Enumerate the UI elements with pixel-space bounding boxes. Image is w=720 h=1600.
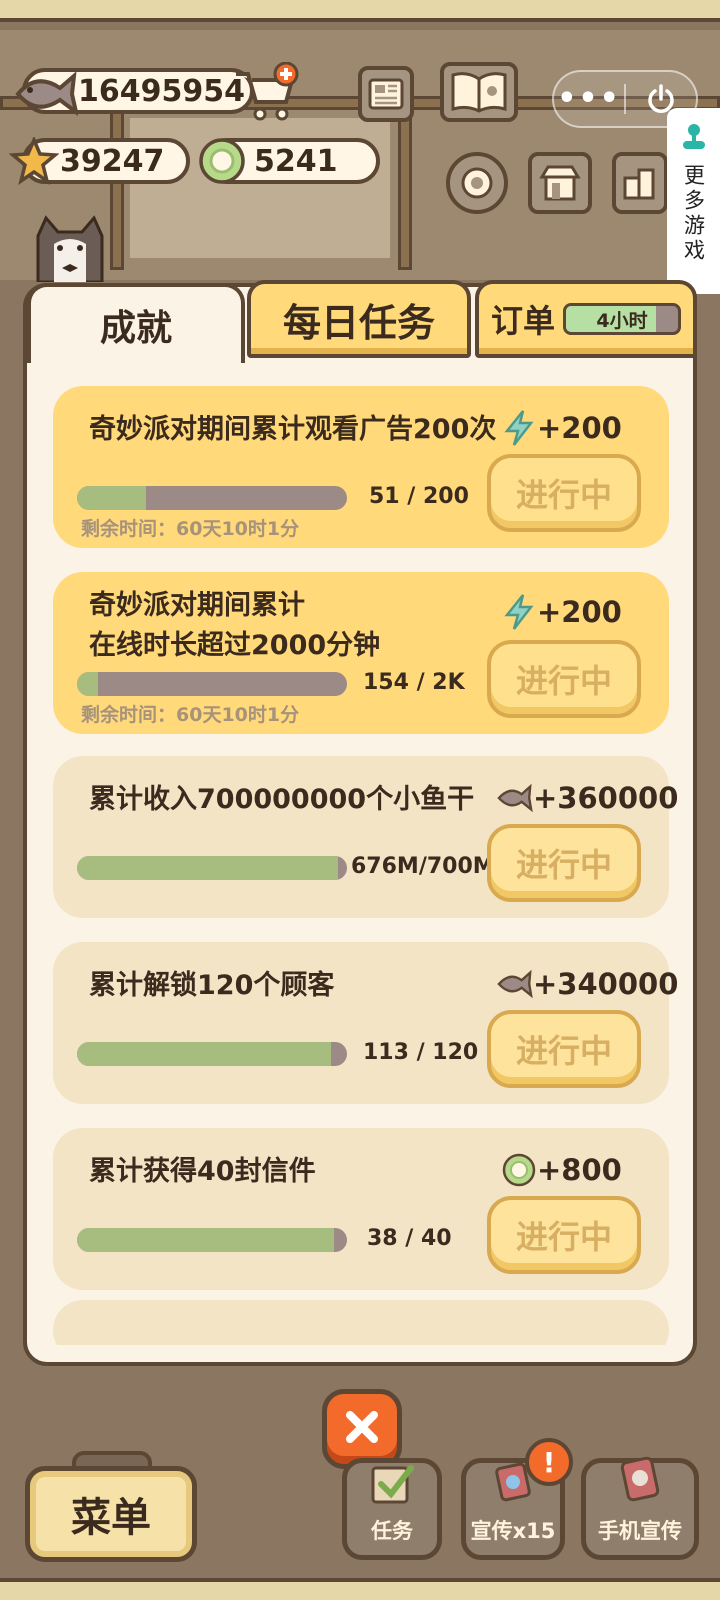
- menu-button[interactable]: 菜单: [25, 1466, 197, 1562]
- reward-amount: +200: [537, 411, 622, 445]
- tab-orders[interactable]: 订单 4小时: [475, 280, 697, 358]
- phone-promo-label: 手机宣传: [598, 1519, 682, 1543]
- in-progress-button[interactable]: 进行中: [487, 1196, 641, 1274]
- achievement-reward: +800: [501, 1150, 622, 1190]
- in-progress-label: 进行中: [515, 662, 612, 700]
- achievement-title-line: 奇妙派对期间累计: [89, 590, 305, 621]
- progress-bar: [77, 672, 347, 696]
- achievement-title: 奇妙派对期间累计观看广告200次: [89, 414, 497, 445]
- settings-gear-icon[interactable]: [446, 152, 508, 214]
- fish-icon: [14, 66, 78, 120]
- star-icon: [8, 136, 60, 186]
- achievement-title-line: 在线时长超过2000分钟: [89, 630, 381, 661]
- progress-fill: [77, 1228, 334, 1252]
- coin-count: 5241: [254, 143, 338, 179]
- progress-text: 154 / 2K: [363, 670, 465, 695]
- catbook-icon[interactable]: [440, 62, 518, 122]
- achievement-title: 累计收入700000000个小鱼干: [89, 784, 475, 815]
- ranking-icon[interactable]: [612, 152, 668, 214]
- tab-daily-label: 每日任务: [282, 300, 435, 345]
- progress-bar: [77, 856, 347, 880]
- reward-amount: +800: [537, 1153, 622, 1187]
- tab-daily-tasks[interactable]: 每日任务: [247, 280, 471, 358]
- lightning-icon: [501, 592, 537, 632]
- coin-icon: [196, 136, 248, 186]
- achievement-reward: +360000: [497, 778, 678, 818]
- achievement-card: 奇妙派对期间累计 在线时长超过2000分钟 +200 154 / 2K 剩余时间…: [53, 572, 669, 734]
- more-options-icon[interactable]: •••: [554, 70, 624, 128]
- add-fish-cart-icon[interactable]: [232, 62, 300, 124]
- progress-fill: [77, 856, 338, 880]
- in-progress-button[interactable]: 进行中: [487, 1010, 641, 1088]
- progress-bar: [77, 1228, 347, 1252]
- progress-bar: [77, 1042, 347, 1066]
- progress-fill: [77, 486, 146, 510]
- remaining-time: 剩余时间：60天10时1分: [81, 518, 300, 540]
- reward-amount: +360000: [533, 781, 679, 815]
- joystick-icon: [680, 122, 708, 156]
- bottom-strip: [0, 1578, 720, 1600]
- progress-fill: [77, 672, 98, 696]
- achievement-card: 累计收入700000000个小鱼干 +360000 676M/700M 进行中: [53, 756, 678, 918]
- lightning-icon: [501, 408, 537, 448]
- in-progress-label: 进行中: [515, 846, 612, 884]
- tasks-button[interactable]: 任务: [342, 1458, 442, 1560]
- progress-bar: [77, 486, 347, 510]
- fish-icon: [497, 778, 533, 818]
- phone-poster-icon: [613, 1456, 667, 1511]
- tab-achievement-label: 成就: [99, 308, 172, 349]
- close-icon: [342, 1407, 382, 1451]
- achievement-reward: +340000: [497, 964, 678, 1004]
- notification-badge: !: [525, 1438, 573, 1486]
- in-progress-button[interactable]: 进行中: [487, 454, 641, 532]
- progress-text: 38 / 40: [367, 1226, 452, 1251]
- tasks-label: 任务: [371, 1519, 413, 1543]
- more-games-label: 更多游戏: [681, 164, 706, 264]
- fish-icon: [497, 964, 533, 1004]
- achievement-card: 奇妙派对期间累计观看广告200次 +200 51 / 200 剩余时间：60天1…: [53, 386, 669, 548]
- achievement-card: 累计获得40封信件 +800 38 / 40 进行中: [53, 1128, 669, 1290]
- more-games-button[interactable]: 更多游戏: [667, 108, 720, 294]
- achievement-reward: +200: [501, 592, 622, 632]
- achievement-title: 累计解锁120个顾客: [89, 970, 335, 1001]
- badge-text: !: [542, 1445, 556, 1479]
- progress-text: 113 / 120: [363, 1040, 479, 1065]
- in-progress-label: 进行中: [515, 476, 612, 514]
- progress-fill: [77, 1042, 332, 1066]
- achievement-card: 累计解锁120个顾客 +340000 113 / 120 进行中: [53, 942, 678, 1104]
- progress-text: 676M/700M: [351, 854, 495, 879]
- coin-icon: [501, 1150, 537, 1190]
- wall-post: [110, 110, 124, 270]
- menu-label: 菜单: [71, 1495, 151, 1541]
- star-count: 39247: [60, 143, 165, 179]
- remaining-time: 剩余时间：60天10时1分: [81, 704, 300, 726]
- wall-post: [398, 110, 412, 270]
- orders-timer: 4小时: [563, 303, 682, 335]
- orders-timer-text: 4小时: [596, 309, 648, 332]
- achievement-title: 奇妙派对期间累计 在线时长超过2000分钟: [89, 586, 380, 666]
- in-progress-label: 进行中: [515, 1218, 612, 1256]
- achievement-title: 累计获得40封信件: [89, 1156, 316, 1187]
- top-strip: [0, 0, 720, 22]
- cat-character: [32, 214, 108, 284]
- phone-promo-button[interactable]: 手机宣传: [581, 1456, 699, 1560]
- shop-icon[interactable]: [528, 152, 592, 214]
- in-progress-button[interactable]: 进行中: [487, 824, 641, 902]
- promo-label: 宣传x15: [470, 1519, 556, 1543]
- in-progress-button[interactable]: 进行中: [487, 640, 641, 718]
- achievement-list[interactable]: 奇妙派对期间累计观看广告200次 +200 51 / 200 剩余时间：60天1…: [27, 360, 693, 1345]
- reward-amount: +340000: [533, 967, 679, 1001]
- close-button[interactable]: [322, 1389, 402, 1469]
- newspaper-icon[interactable]: [358, 66, 414, 122]
- tab-achievement[interactable]: 成就: [27, 283, 245, 363]
- achievement-card-partial: [53, 1300, 669, 1345]
- tab-orders-label: 订单: [491, 302, 556, 340]
- progress-text: 51 / 200: [369, 484, 469, 509]
- fish-count: 16495954: [78, 73, 245, 109]
- reward-amount: +200: [537, 595, 622, 629]
- achievement-reward: +200: [501, 408, 622, 448]
- checklist-icon: [369, 1462, 415, 1511]
- in-progress-label: 进行中: [515, 1032, 612, 1070]
